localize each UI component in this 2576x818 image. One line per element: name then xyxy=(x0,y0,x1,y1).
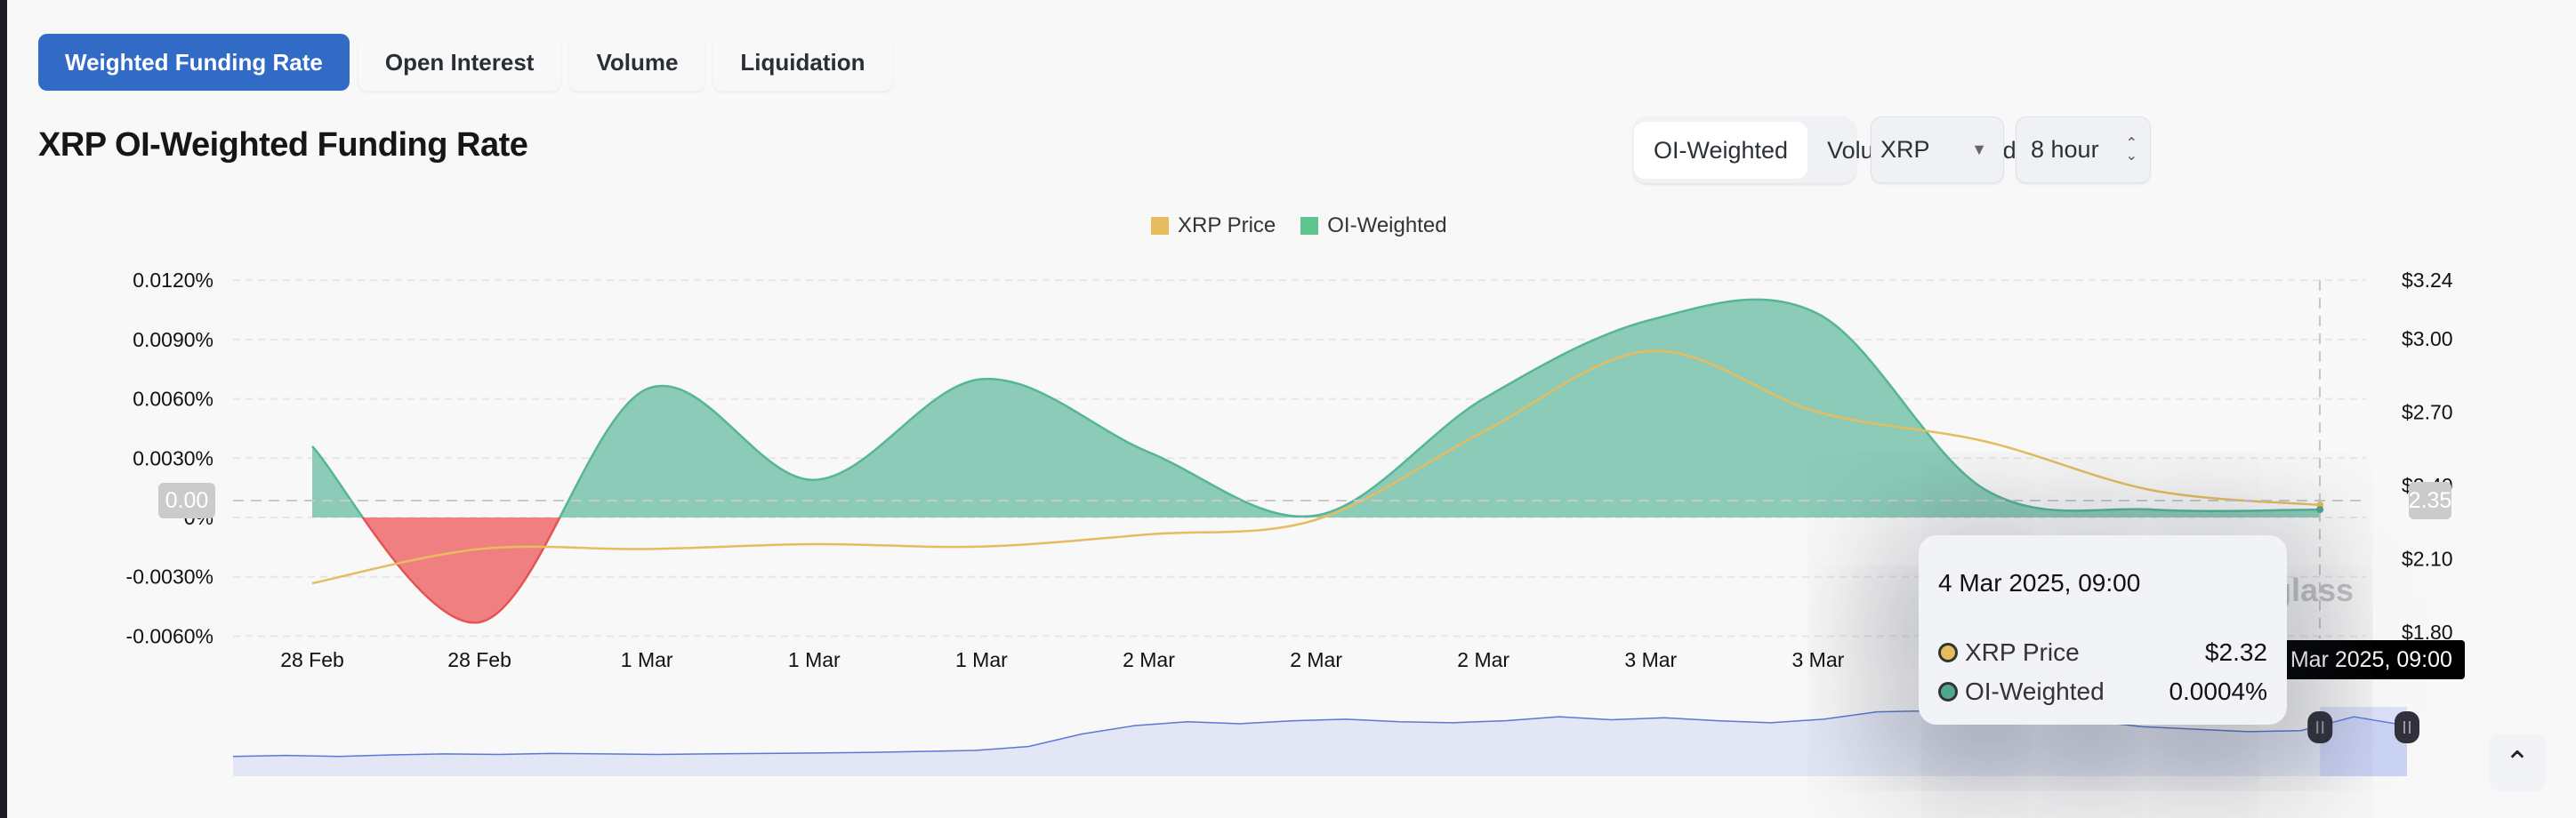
y-left-tick-label: 0.0060% xyxy=(133,388,213,411)
chart-tooltip: 4 Mar 2025, 09:00 XRP Price $2.32 OI-Wei… xyxy=(1919,535,2287,725)
tooltip-row-price: XRP Price $2.32 xyxy=(1938,633,2267,672)
x-tick-label: 1 Mar xyxy=(621,648,673,671)
y-left-tick-label: 0.0120% xyxy=(133,269,213,292)
x-tick-label: 2 Mar xyxy=(1123,648,1175,671)
y-right-tick-label: $2.70 xyxy=(2402,401,2453,424)
x-tick-label: 28 Feb xyxy=(447,648,511,671)
y-right-tick-label: $3.00 xyxy=(2402,327,2453,350)
tooltip-label: XRP Price xyxy=(1965,638,2080,666)
tooltip-row-oi: OI-Weighted 0.0004% xyxy=(1938,672,2267,711)
crosshair-time-label: 4 Mar 2025, 09:00 xyxy=(2259,640,2465,679)
y-left-tick-label: 0.0030% xyxy=(133,446,213,469)
crosshair-left-label: 0.00 xyxy=(158,483,215,518)
x-tick-label: 3 Mar xyxy=(1624,648,1677,671)
x-tick-label: 28 Feb xyxy=(280,648,344,671)
crosshair-right-label: 2.35 xyxy=(2409,482,2451,519)
x-tick-label: 1 Mar xyxy=(955,648,1008,671)
y-left-tick-label: -0.0030% xyxy=(126,565,213,589)
x-tick-label: 3 Mar xyxy=(1792,648,1845,671)
tooltip-value: $2.32 xyxy=(2204,638,2267,666)
x-tick-label: 2 Mar xyxy=(1290,648,1342,671)
tooltip-value: 0.0004% xyxy=(2169,678,2267,705)
y-right-tick-label: $3.24 xyxy=(2402,269,2453,292)
navigator-handle[interactable] xyxy=(2307,711,2333,743)
y-right-tick-label: $2.10 xyxy=(2402,548,2453,571)
navigator-selection[interactable] xyxy=(2320,707,2407,776)
x-tick-label: 1 Mar xyxy=(788,648,841,671)
scroll-to-top-button[interactable]: ⌃ xyxy=(2489,734,2546,791)
tooltip-date: 4 Mar 2025, 09:00 xyxy=(1938,569,2141,597)
price-dot-icon xyxy=(1938,643,1958,662)
tooltip-label: OI-Weighted xyxy=(1965,678,2105,705)
oi-dot-icon xyxy=(1938,682,1958,702)
oi-hover-dot xyxy=(2316,506,2324,514)
y-left-tick-label: -0.0060% xyxy=(126,624,213,647)
x-tick-label: 2 Mar xyxy=(1457,648,1509,671)
y-left-tick-label: 0.0090% xyxy=(133,328,213,351)
navigator-handle[interactable] xyxy=(2395,711,2419,743)
chevron-up-icon: ⌃ xyxy=(2504,745,2531,780)
